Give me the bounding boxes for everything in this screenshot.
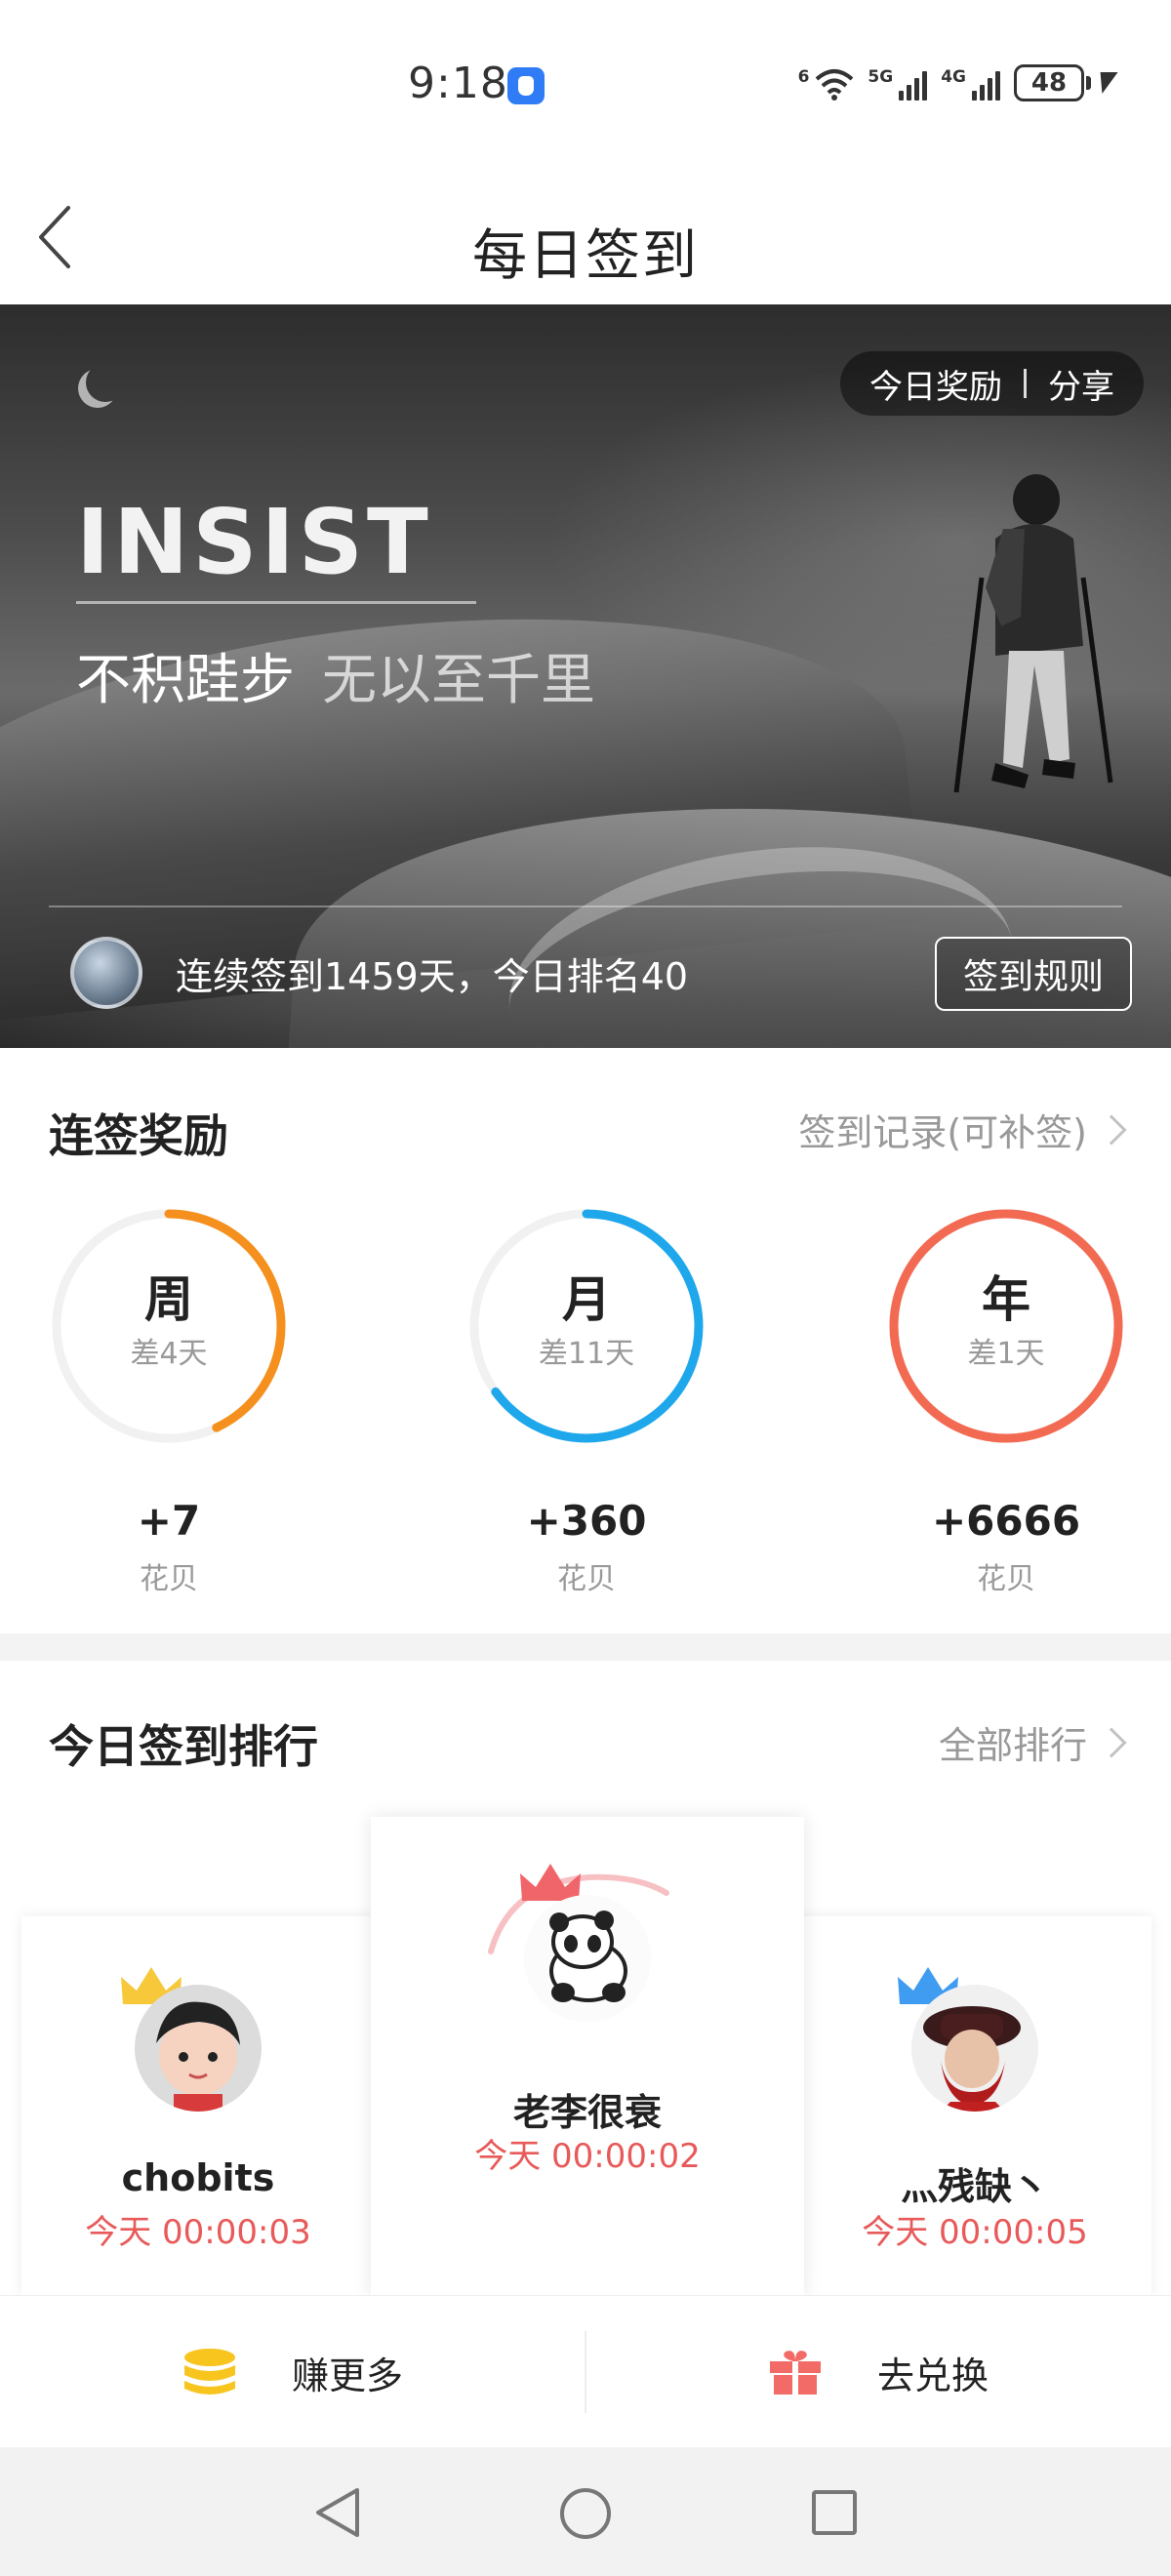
share-link[interactable]: 分享 <box>1048 360 1114 408</box>
reward-month-value: +360 <box>526 1497 647 1545</box>
all-ranking-label: 全部排行 <box>938 1724 1087 1767</box>
reward-year-value: +6666 <box>931 1497 1081 1545</box>
nav-home-icon[interactable] <box>560 2488 611 2539</box>
coins-icon <box>183 2349 235 2395</box>
hero-motto-sub: 无以至千里 <box>322 649 595 712</box>
nav-recents-icon[interactable] <box>812 2490 857 2535</box>
battery-level: 48 <box>1014 64 1084 101</box>
signal-5g-icon: 5G <box>868 65 928 101</box>
streak-summary: 连续签到1459天，今日排名40 <box>176 955 689 998</box>
section-divider <box>0 1633 1171 1661</box>
hero-motto: 不积跬步 无以至千里 <box>76 636 595 715</box>
wifi-icon: 6 <box>798 65 855 101</box>
rank-2-time: 今天 00:00:03 <box>85 2213 311 2252</box>
checkin-rules-button[interactable]: 签到规则 <box>935 937 1132 1011</box>
sim2-tag: 4G <box>941 67 966 87</box>
checkin-record-label: 签到记录(可补签) <box>798 1111 1087 1154</box>
checkin-record-link[interactable]: 签到记录(可补签) <box>798 1103 1127 1156</box>
rank-2-avatar <box>121 1967 271 2121</box>
rank-3-time: 今天 00:00:05 <box>862 2213 1088 2252</box>
battery-icon: 48 <box>1014 64 1118 101</box>
page-title: 每日签到 <box>472 224 699 288</box>
rank-2-name: chobits <box>121 2156 275 2199</box>
rank-3-avatar <box>898 1967 1048 2121</box>
reward-year[interactable]: 年 差1天 +6666 花贝 <box>884 1204 1128 1597</box>
reward-week-label: 周 <box>144 1271 193 1328</box>
reward-year-label: 年 <box>982 1271 1030 1328</box>
reward-week[interactable]: 周 差4天 +7 花贝 <box>47 1204 291 1597</box>
chevron-right-icon <box>1096 1113 1127 1146</box>
reward-week-remaining: 差4天 <box>130 1337 208 1371</box>
gift-icon <box>769 2351 821 2395</box>
chevron-right-icon <box>1096 1726 1127 1758</box>
rank-card-3[interactable]: 灬残缺丶 今天 00:00:05 <box>798 1916 1151 2297</box>
reward-month-unit: 花贝 <box>557 1562 616 1596</box>
moon-icon <box>86 363 125 402</box>
rank-3-name: 灬残缺丶 <box>900 2165 1049 2208</box>
exchange-label: 去兑换 <box>876 2354 989 2397</box>
hero-actions: 今日奖励 分享 <box>840 351 1144 416</box>
nav-back-icon[interactable] <box>314 2486 363 2539</box>
all-ranking-link[interactable]: 全部排行 <box>938 1715 1127 1769</box>
rank-card-2[interactable]: chobits 今天 00:00:03 <box>21 1916 375 2297</box>
earn-more-label: 赚更多 <box>291 2354 403 2397</box>
today-ranking-section: 今日签到排行 全部排行 chobits 今天 00:00:03 灬残缺丶 今天 … <box>0 1661 1171 2297</box>
user-avatar[interactable] <box>70 937 142 1009</box>
rank-1-avatar <box>488 1864 669 2032</box>
streak-rewards-section: 连签奖励 签到记录(可补签) 周 差4天 +7 花贝 月 差11天 +360 花… <box>0 1048 1171 1633</box>
hiker-silhouette-icon <box>953 474 1113 793</box>
avatar-panda <box>524 1895 651 2022</box>
avatar-cartoon-boy <box>135 1985 262 2112</box>
hero-headline: INSIST <box>76 490 432 594</box>
today-reward-link[interactable]: 今日奖励 <box>869 360 1002 408</box>
earn-more-button[interactable]: 赚更多 <box>0 2296 586 2448</box>
app-notification-icon <box>507 67 545 104</box>
reward-week-value: +7 <box>137 1497 201 1545</box>
sim1-tag: 5G <box>868 67 894 87</box>
reward-year-remaining: 差1天 <box>967 1337 1045 1371</box>
wifi-tag: 6 <box>797 67 810 87</box>
streak-rewards-title: 连签奖励 <box>49 1109 228 1162</box>
hero-divider <box>49 906 1122 907</box>
reward-month-label: 月 <box>562 1271 611 1328</box>
rank-card-1[interactable]: 老李很衰 今天 00:00:02 <box>371 1817 804 2297</box>
charging-icon <box>1093 72 1118 94</box>
rank-1-time: 今天 00:00:02 <box>474 2137 701 2176</box>
reward-week-unit: 花贝 <box>140 1562 198 1596</box>
hero-headline-underline <box>76 601 476 604</box>
reward-month[interactable]: 月 差11天 +360 花贝 <box>464 1204 708 1597</box>
hero-banner: 今日奖励 分享 INSIST 不积跬步 无以至千里 连续签到1459天，今日排名… <box>0 304 1171 1048</box>
status-indicators: 6 5G 4G 48 <box>798 59 1118 107</box>
exchange-button[interactable]: 去兑换 <box>586 2296 1171 2448</box>
signal-4g-icon: 4G <box>941 65 1000 101</box>
rank-1-name: 老李很衰 <box>512 2091 662 2134</box>
top-app-bar: 每日签到 <box>0 171 1171 307</box>
system-navigation-bar <box>0 2447 1171 2576</box>
avatar-anime-hat <box>911 1985 1038 2112</box>
bottom-action-bar: 赚更多 去兑换 <box>0 2295 1171 2447</box>
hero-motto-main: 不积跬步 <box>76 649 295 712</box>
status-bar: 9:18 6 5G 4G 48 <box>0 0 1171 171</box>
hero-actions-separator <box>1024 369 1027 398</box>
reward-year-unit: 花贝 <box>977 1562 1035 1596</box>
today-ranking-title: 今日签到排行 <box>49 1720 318 1773</box>
status-time: 9:18 <box>408 59 508 108</box>
reward-month-remaining: 差11天 <box>538 1337 635 1371</box>
